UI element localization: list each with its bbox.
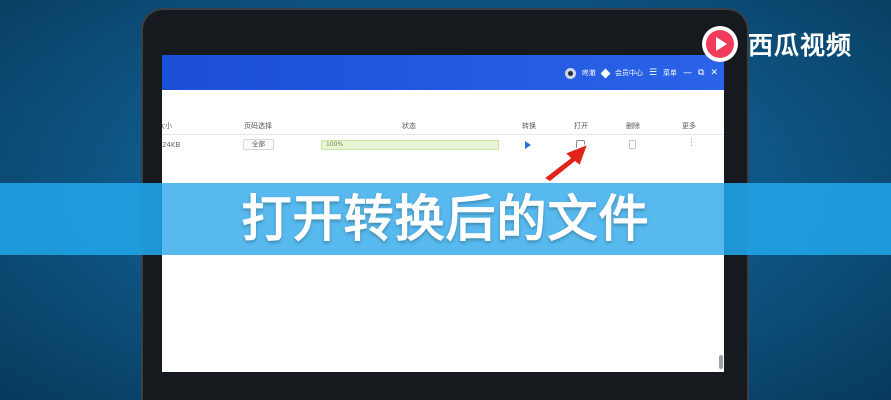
titlebar-controls: 咚澈 会员中心 ☰ 菜单 — ⧉ ✕ — [564, 67, 718, 79]
restore-icon[interactable]: ⧉ — [698, 67, 704, 79]
close-icon[interactable]: ✕ — [710, 67, 718, 79]
banner-caption: 打开转换后的文件 — [241, 190, 650, 248]
progress-fill — [322, 141, 498, 149]
xigua-watermark: 西瓜视频 — [698, 24, 852, 64]
caption-banner: 打开转换后的文件 — [0, 183, 891, 255]
xigua-brand-text: 西瓜视频 — [748, 31, 853, 60]
menu-icon: ☰ — [648, 68, 658, 78]
user-avatar-icon[interactable] — [564, 67, 576, 79]
menu-button[interactable]: 菜单 — [663, 67, 677, 79]
header-size: 大小 — [162, 122, 172, 130]
table-row: 24KB 全部 100% ⋮ — [162, 138, 724, 152]
file-size: 24KB — [162, 141, 181, 149]
xigua-logo-icon — [702, 26, 738, 62]
table-header: 大小 页码选择 状态 转换 打开 删除 更多 — [162, 121, 724, 133]
header-convert: 转换 — [522, 122, 536, 130]
vip-diamond-icon — [600, 68, 611, 78]
header-open: 打开 — [574, 122, 588, 130]
header-more: 更多 — [682, 122, 696, 130]
vip-center-link[interactable]: 会员中心 — [615, 67, 643, 79]
app-titlebar: 咚澈 会员中心 ☰ 菜单 — ⧉ ✕ — [162, 55, 724, 90]
scrollbar[interactable] — [719, 355, 723, 369]
header-page-select: 页码选择 — [244, 122, 272, 130]
progress-text: 100% — [326, 141, 344, 148]
header-delete: 删除 — [626, 122, 640, 130]
minimize-icon[interactable]: — — [683, 67, 692, 79]
red-arrow-annotation — [542, 142, 590, 183]
delete-icon[interactable] — [629, 140, 636, 149]
progress-bar: 100% — [321, 140, 499, 150]
header-divider — [162, 134, 724, 135]
header-status: 状态 — [402, 122, 416, 130]
convert-play-icon[interactable] — [525, 141, 531, 149]
user-name[interactable]: 咚澈 — [582, 67, 596, 79]
more-options-icon[interactable]: ⋮ — [687, 138, 696, 148]
page-select-dropdown[interactable]: 全部 — [243, 139, 274, 150]
